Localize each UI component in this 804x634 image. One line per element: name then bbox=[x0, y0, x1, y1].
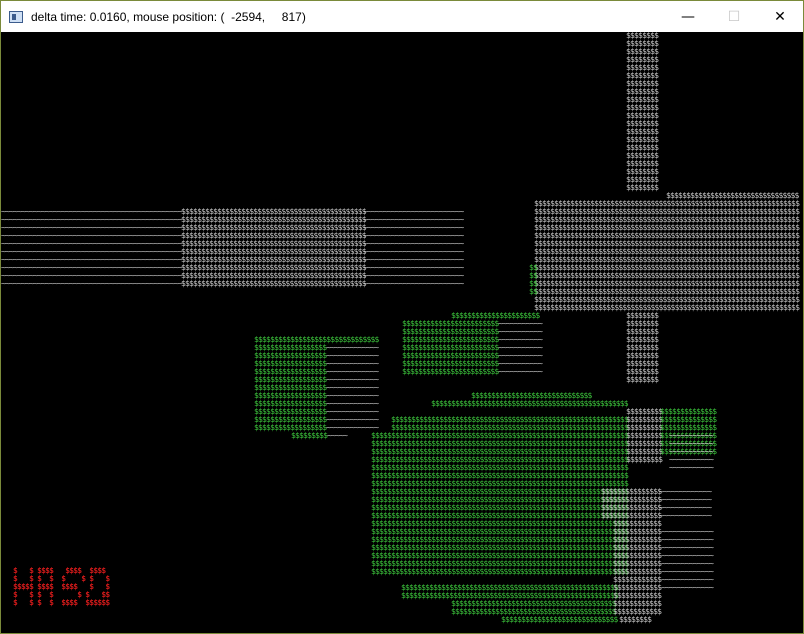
trail: ~~~~~~ bbox=[689, 583, 714, 592]
grass: $$$$$$$$$ bbox=[291, 431, 328, 440]
grass: $$$$$$$$$$$$$$$$$$$$$$$$ bbox=[402, 367, 499, 376]
ramp: ~~~~~~~ bbox=[661, 583, 690, 592]
trail: ~~~~~~~~~~~~~~~~~~~~~~~~~ bbox=[363, 279, 464, 288]
app-icon bbox=[9, 10, 23, 23]
maximize-icon[interactable]: ☐ bbox=[711, 1, 757, 32]
title-bar[interactable]: delta time: 0.0160, mouse position: ( -2… bbox=[1, 1, 803, 32]
hud-line: $ $ $ $ $$$$ $$$$$$ bbox=[13, 598, 110, 607]
slab: $$$$$$$$$$$$$$$$$$$$$$$$$$$$$$$$$$$$$$$$… bbox=[534, 303, 800, 312]
close-icon[interactable]: ✕ bbox=[757, 1, 803, 32]
trail: ~~~~~~~~~~~ bbox=[498, 367, 543, 376]
grass: $$$$$$$$$$$$$$$$$$$$$$$$$$$$$ bbox=[501, 615, 618, 624]
grass: $$$$$$$$$$$$$$$$$$$$$$$$$$$$$$$$$$$$$$$$… bbox=[371, 567, 629, 576]
trail: ~~~~~ bbox=[327, 431, 348, 440]
game-window: delta time: 0.0160, mouse position: ( -2… bbox=[0, 0, 804, 634]
platform: $$$$$$$$$$$$$$$$$$$$$$$$$$$$$$$$$$$$$$$$… bbox=[181, 279, 367, 288]
pillar: $$$$$$$$ bbox=[626, 375, 659, 384]
window-controls: — ☐ ✕ bbox=[665, 1, 803, 32]
grass-edge: $$ bbox=[529, 287, 538, 296]
trail: ~~~~~~~~~~~~~~~~~~~~~~~~~~~~~~~~~~~~~~~~… bbox=[1, 279, 183, 288]
trail: ~~~~~~~~~~~ bbox=[669, 463, 714, 472]
window-title: delta time: 0.0160, mouse position: ( -2… bbox=[31, 9, 306, 24]
minimize-icon[interactable]: — bbox=[665, 1, 711, 32]
wall: $$$$$$$$ bbox=[619, 615, 652, 624]
trail: ~~~~~~~~~~~~~ bbox=[659, 511, 712, 520]
game-viewport[interactable]: $$$$$$$$ $$$$$$$$ $$$$$$$$ $$$$$$$$ $$$$$$$$… bbox=[1, 32, 803, 633]
wall: $$$$$$$$$ bbox=[626, 455, 663, 464]
pillar: $$$$$$$$ bbox=[626, 183, 659, 192]
grass: $$$$$$$$$$$$$$$$$$$$$$$$$$$$$$$$$$$$$$$$… bbox=[431, 399, 629, 408]
